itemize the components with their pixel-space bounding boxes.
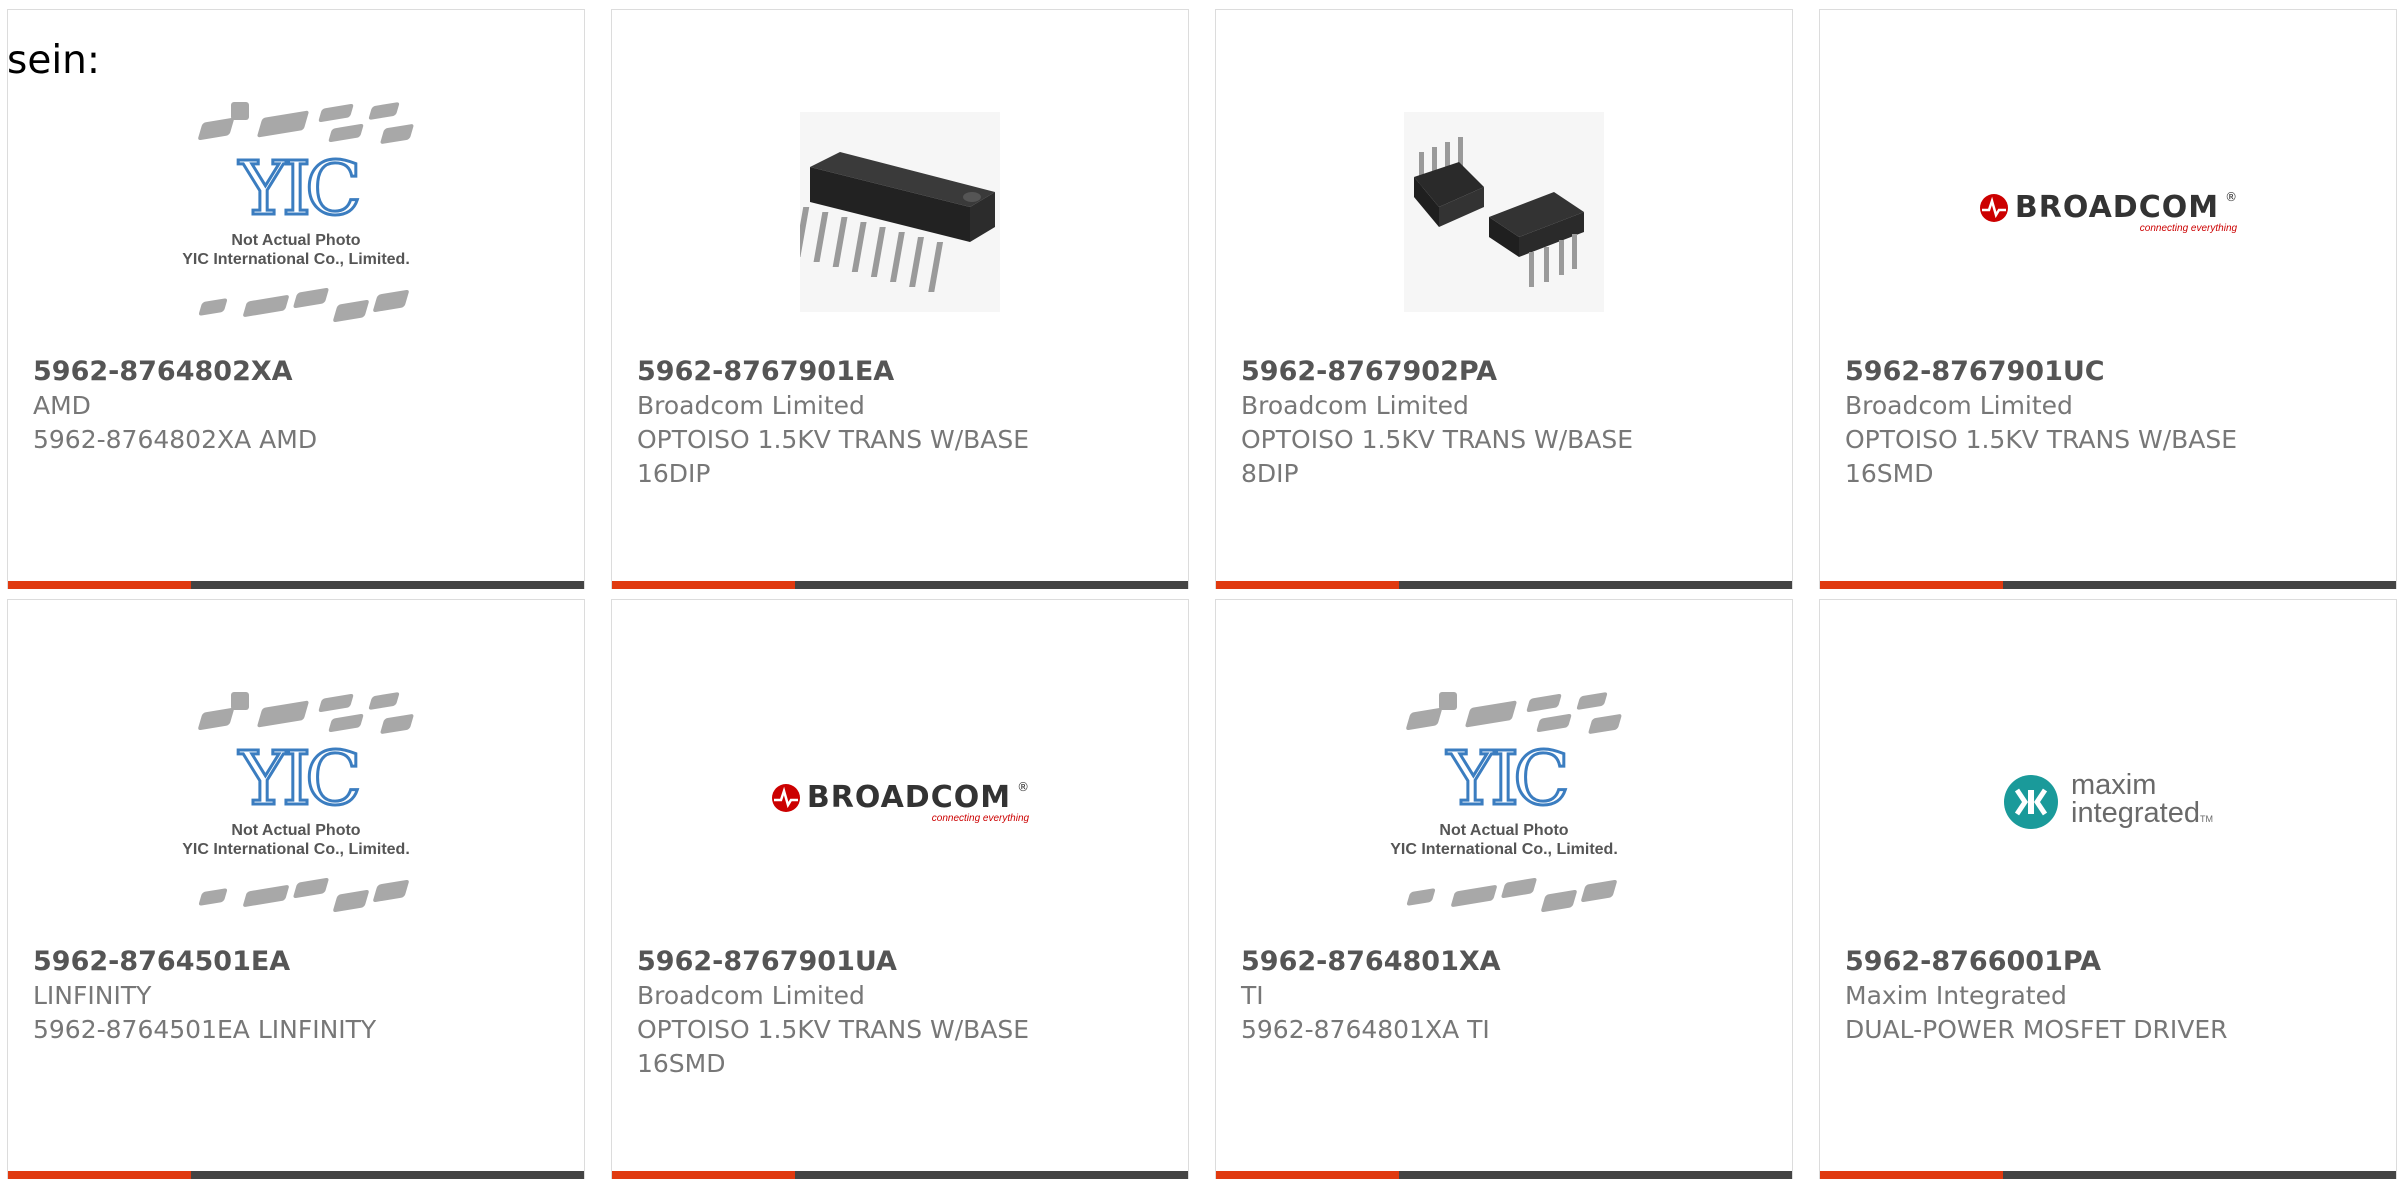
description: 5962-8764501EA LINFINITY <box>33 1015 377 1044</box>
product-image[interactable]: BROADCOM ® connecting everything <box>1820 72 2396 352</box>
part-number[interactable]: 5962-8767902PA <box>1241 355 1767 389</box>
card-bottom-bar <box>1216 1171 1792 1179</box>
yic-logo-icon: YIC <box>238 144 364 233</box>
yic-logo-icon: YIC <box>1446 734 1572 823</box>
placeholder-company: YIC International Co., Limited. <box>1390 840 1618 858</box>
placeholder-caption: Not Actual Photo <box>231 231 361 249</box>
placeholder-company: YIC International Co., Limited. <box>182 250 410 268</box>
description: OPTOISO 1.5KV TRANS W/BASE <box>637 425 1030 454</box>
intro-text: sein: <box>7 38 101 83</box>
dip16-icon <box>800 112 1000 312</box>
manufacturer: AMD <box>33 391 91 420</box>
manufacturer: Broadcom Limited <box>637 391 865 420</box>
product-card[interactable]: YIC Not Actual Photo YIC International C… <box>7 599 585 1179</box>
product-image[interactable] <box>1216 72 1792 352</box>
description: OPTOISO 1.5KV TRANS W/BASE <box>1845 425 2238 454</box>
yic-logo-icon: YIC <box>238 734 364 823</box>
product-image[interactable] <box>612 72 1188 352</box>
product-card[interactable]: maxim integratedTM 5962-8766001PA Maxim … <box>1819 599 2397 1179</box>
card-bottom-bar <box>612 581 1188 589</box>
package: 8DIP <box>1241 459 1299 488</box>
product-image[interactable]: YIC Not Actual Photo YIC International C… <box>8 72 584 352</box>
yic-placeholder-image: YIC Not Actual Photo YIC International C… <box>161 680 431 925</box>
part-number[interactable]: 5962-8766001PA <box>1845 945 2371 979</box>
product-card[interactable]: YIC Not Actual Photo YIC International C… <box>1215 599 1793 1179</box>
product-card[interactable]: 5962-8767901EA Broadcom Limited OPTOISO … <box>611 9 1189 589</box>
manufacturer: Broadcom Limited <box>1845 391 2073 420</box>
description: OPTOISO 1.5KV TRANS W/BASE <box>637 1015 1030 1044</box>
description: 5962-8764802XA AMD <box>33 425 318 454</box>
product-card[interactable]: BROADCOM ® connecting everything 5962-876… <box>611 599 1189 1179</box>
manufacturer: Broadcom Limited <box>1241 391 1469 420</box>
product-card[interactable]: BROADCOM ® connecting everything 5962-876… <box>1819 9 2397 589</box>
placeholder-caption: Not Actual Photo <box>1439 821 1569 839</box>
product-image[interactable]: BROADCOM ® connecting everything <box>612 662 1188 942</box>
part-number[interactable]: 5962-8764801XA <box>1241 945 1767 979</box>
part-number[interactable]: 5962-8767901UA <box>637 945 1163 979</box>
manufacturer: TI <box>1241 981 1264 1010</box>
description: DUAL-POWER MOSFET DRIVER <box>1845 1015 2228 1044</box>
card-bottom-bar <box>612 1171 1188 1179</box>
description: OPTOISO 1.5KV TRANS W/BASE <box>1241 425 1634 454</box>
card-bottom-bar <box>8 581 584 589</box>
package: 16DIP <box>637 459 711 488</box>
package: 16SMD <box>637 1049 726 1078</box>
part-number[interactable]: 5962-8767901UC <box>1845 355 2371 389</box>
card-bottom-bar <box>1216 581 1792 589</box>
yic-placeholder-image: YIC Not Actual Photo YIC International C… <box>161 90 431 335</box>
dip8-icon <box>1404 112 1604 312</box>
product-image[interactable]: maxim integratedTM <box>1820 662 2396 942</box>
maxim-mark-icon <box>2004 775 2058 829</box>
broadcom-logo: BROADCOM ® connecting everything <box>771 780 1029 824</box>
part-number[interactable]: 5962-8764802XA <box>33 355 559 389</box>
card-bottom-bar <box>1820 1171 2396 1179</box>
part-number[interactable]: 5962-8767901EA <box>637 355 1163 389</box>
placeholder-company: YIC International Co., Limited. <box>182 840 410 858</box>
broadcom-logo: BROADCOM ® connecting everything <box>1979 190 2237 234</box>
manufacturer: Maxim Integrated <box>1845 981 2067 1010</box>
broadcom-pulse-icon <box>1979 193 2008 222</box>
package: 16SMD <box>1845 459 1934 488</box>
manufacturer: LINFINITY <box>33 981 152 1010</box>
part-number[interactable]: 5962-8764501EA <box>33 945 559 979</box>
card-bottom-bar <box>1820 581 2396 589</box>
placeholder-caption: Not Actual Photo <box>231 821 361 839</box>
product-image[interactable]: YIC Not Actual Photo YIC International C… <box>1216 662 1792 942</box>
product-card[interactable]: YIC Not Actual Photo YIC International C… <box>7 9 585 589</box>
product-card[interactable]: 5962-8767902PA Broadcom Limited OPTOISO … <box>1215 9 1793 589</box>
product-image[interactable]: YIC Not Actual Photo YIC International C… <box>8 662 584 942</box>
yic-placeholder-image: YIC Not Actual Photo YIC International C… <box>1369 680 1639 925</box>
card-bottom-bar <box>8 1171 584 1179</box>
maxim-logo: maxim integratedTM <box>2003 771 2213 833</box>
broadcom-pulse-icon <box>771 783 800 812</box>
manufacturer: Broadcom Limited <box>637 981 865 1010</box>
description: 5962-8764801XA TI <box>1241 1015 1490 1044</box>
